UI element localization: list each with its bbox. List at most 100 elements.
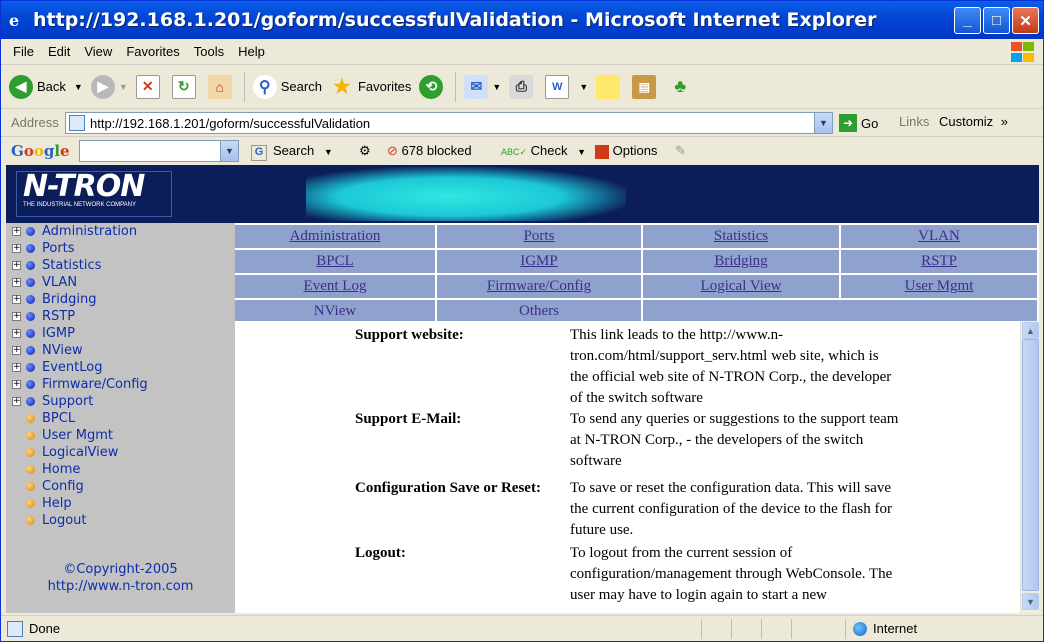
- refresh-button[interactable]: ↻: [171, 74, 200, 99]
- sidebar-item-home[interactable]: Home: [26, 461, 80, 478]
- expand-icon[interactable]: +: [12, 261, 21, 270]
- chevron-down-icon[interactable]: ▼: [577, 147, 586, 157]
- popup-blocker-button[interactable]: ⊘ 678 blocked: [387, 143, 472, 159]
- menu-favorites[interactable]: Favorites: [126, 44, 179, 59]
- options-button[interactable]: Options: [595, 143, 657, 159]
- scroll-down-icon[interactable]: ▼: [1022, 593, 1039, 610]
- scroll-up-icon[interactable]: ▲: [1022, 322, 1039, 339]
- nav-bpcl[interactable]: BPCL: [235, 250, 435, 273]
- nav-bridging[interactable]: Bridging: [643, 250, 839, 273]
- nav-statistics[interactable]: Statistics: [643, 225, 839, 248]
- address-bar: Address http://192.168.1.201/goform/succ…: [1, 109, 1043, 137]
- expand-icon[interactable]: +: [12, 363, 21, 372]
- sidebar-item-ports[interactable]: + Ports: [12, 240, 75, 257]
- ntron-banner: N-TRON THE INDUSTRIAL NETWORK COMPANY: [6, 165, 1039, 223]
- page-icon: [69, 115, 85, 131]
- chevron-down-icon[interactable]: ▼: [119, 82, 128, 92]
- chevron-right-icon[interactable]: »: [1001, 114, 1008, 129]
- sidebar-item-igmp[interactable]: + IGMP: [12, 325, 75, 342]
- history-button[interactable]: ⟲: [419, 74, 447, 99]
- expand-icon[interactable]: +: [12, 295, 21, 304]
- sidebar-item-firmware-config[interactable]: + Firmware/Config: [12, 376, 148, 393]
- sidebar-item-help[interactable]: Help: [26, 495, 72, 512]
- nav-rstp[interactable]: RSTP: [841, 250, 1037, 273]
- expand-icon[interactable]: +: [12, 244, 21, 253]
- back-button[interactable]: ◀ Back ▼: [9, 74, 83, 99]
- forward-button[interactable]: ▶ ▼: [90, 74, 128, 99]
- sidebar-item-config[interactable]: Config: [26, 478, 84, 495]
- google-logo[interactable]: Google: [11, 142, 70, 160]
- ntron-link[interactable]: http://www.n-tron.com: [6, 578, 235, 595]
- print-button[interactable]: ⎙: [509, 74, 537, 99]
- expand-icon[interactable]: +: [12, 312, 21, 321]
- expand-icon[interactable]: +: [12, 278, 21, 287]
- discuss-button[interactable]: [596, 74, 624, 99]
- nav-event-log[interactable]: Event Log: [235, 275, 435, 298]
- chevron-down-icon[interactable]: ▼: [324, 147, 333, 157]
- sidebar-item-bpcl[interactable]: BPCL: [26, 410, 75, 427]
- sidebar-item-administration[interactable]: + Administration: [12, 223, 137, 240]
- spell-check-button[interactable]: ABC✓ Check ▼: [501, 143, 586, 158]
- chevron-down-icon[interactable]: ▼: [74, 82, 83, 92]
- pagerank-icon[interactable]: ⚙: [359, 143, 371, 159]
- nav-others[interactable]: Others: [437, 300, 641, 323]
- nav-administration[interactable]: Administration: [235, 225, 435, 248]
- link-customize[interactable]: Customiz: [939, 114, 993, 129]
- home-button[interactable]: ⌂: [207, 74, 236, 99]
- sidebar-item-logout[interactable]: Logout: [26, 512, 87, 529]
- menu-file[interactable]: File: [13, 44, 34, 59]
- page-bullet-icon: [26, 414, 35, 423]
- sidebar-item-statistics[interactable]: + Statistics: [12, 257, 101, 274]
- menu-view[interactable]: View: [84, 44, 112, 59]
- nav-ports[interactable]: Ports: [437, 225, 641, 248]
- search-button[interactable]: ⚲ Search: [252, 74, 322, 99]
- sidebar-item-user-mgmt[interactable]: User Mgmt: [26, 427, 113, 444]
- pencil-icon[interactable]: ✎: [675, 143, 686, 159]
- menu-tools[interactable]: Tools: [194, 44, 224, 59]
- expand-icon[interactable]: +: [12, 227, 21, 236]
- chevron-down-icon[interactable]: ▼: [814, 113, 832, 133]
- google-search-input[interactable]: ▼: [79, 140, 239, 162]
- sidebar-item-logicalview[interactable]: LogicalView: [26, 444, 118, 461]
- maximize-button[interactable]: □: [983, 7, 1010, 34]
- mail-button[interactable]: ✉ ▼: [464, 74, 501, 99]
- sidebar-item-eventlog[interactable]: + EventLog: [12, 359, 102, 376]
- sidebar-item-support[interactable]: + Support: [12, 393, 93, 410]
- chevron-down-icon[interactable]: ▼: [579, 82, 588, 92]
- expand-icon[interactable]: +: [12, 329, 21, 338]
- google-search-button[interactable]: G Search ▼: [251, 143, 333, 161]
- toolbar-divider: [243, 71, 245, 102]
- address-input[interactable]: http://192.168.1.201/goform/successfulVa…: [65, 112, 833, 134]
- star-icon: ★: [332, 76, 351, 98]
- edit-button[interactable]: W ▼: [545, 74, 588, 99]
- close-button[interactable]: ✕: [1012, 7, 1039, 34]
- expand-icon[interactable]: +: [12, 346, 21, 355]
- scrollbar-thumb[interactable]: [1022, 339, 1039, 591]
- sidebar-item-nview[interactable]: + NView: [12, 342, 83, 359]
- nav-igmp[interactable]: IGMP: [437, 250, 641, 273]
- sidebar-item-rstp[interactable]: + RSTP: [12, 308, 75, 325]
- sidebar-item-vlan[interactable]: + VLAN: [12, 274, 77, 291]
- nav-user-mgmt[interactable]: User Mgmt: [841, 275, 1037, 298]
- chevron-down-icon[interactable]: ▼: [220, 141, 238, 161]
- sidebar-item-bridging[interactable]: + Bridging: [12, 291, 96, 308]
- go-button[interactable]: ➜ Go: [839, 114, 878, 132]
- favorites-button[interactable]: ★ Favorites: [330, 75, 411, 99]
- expand-icon[interactable]: +: [12, 397, 21, 406]
- research-button[interactable]: ▤: [632, 74, 660, 99]
- nav-nview[interactable]: NView: [235, 300, 435, 323]
- title-bar[interactable]: e http://192.168.1.201/goform/successful…: [1, 1, 1043, 39]
- content-scrollbar[interactable]: ▲ ▼: [1020, 321, 1039, 613]
- minimize-button[interactable]: _: [954, 7, 981, 34]
- expand-icon[interactable]: +: [12, 380, 21, 389]
- stop-button[interactable]: ✕: [135, 74, 164, 99]
- nav-logical-view[interactable]: Logical View: [643, 275, 839, 298]
- links-bar[interactable]: Links Customiz »: [899, 114, 1008, 129]
- nav-vlan[interactable]: VLAN: [841, 225, 1037, 248]
- nav-firmware-config[interactable]: Firmware/Config: [437, 275, 641, 298]
- menu-edit[interactable]: Edit: [48, 44, 70, 59]
- messenger-button[interactable]: ♣: [668, 75, 696, 99]
- menu-help[interactable]: Help: [238, 44, 265, 59]
- chevron-down-icon[interactable]: ▼: [492, 82, 501, 92]
- menu-bar: File Edit View Favorites Tools Help: [1, 39, 1043, 65]
